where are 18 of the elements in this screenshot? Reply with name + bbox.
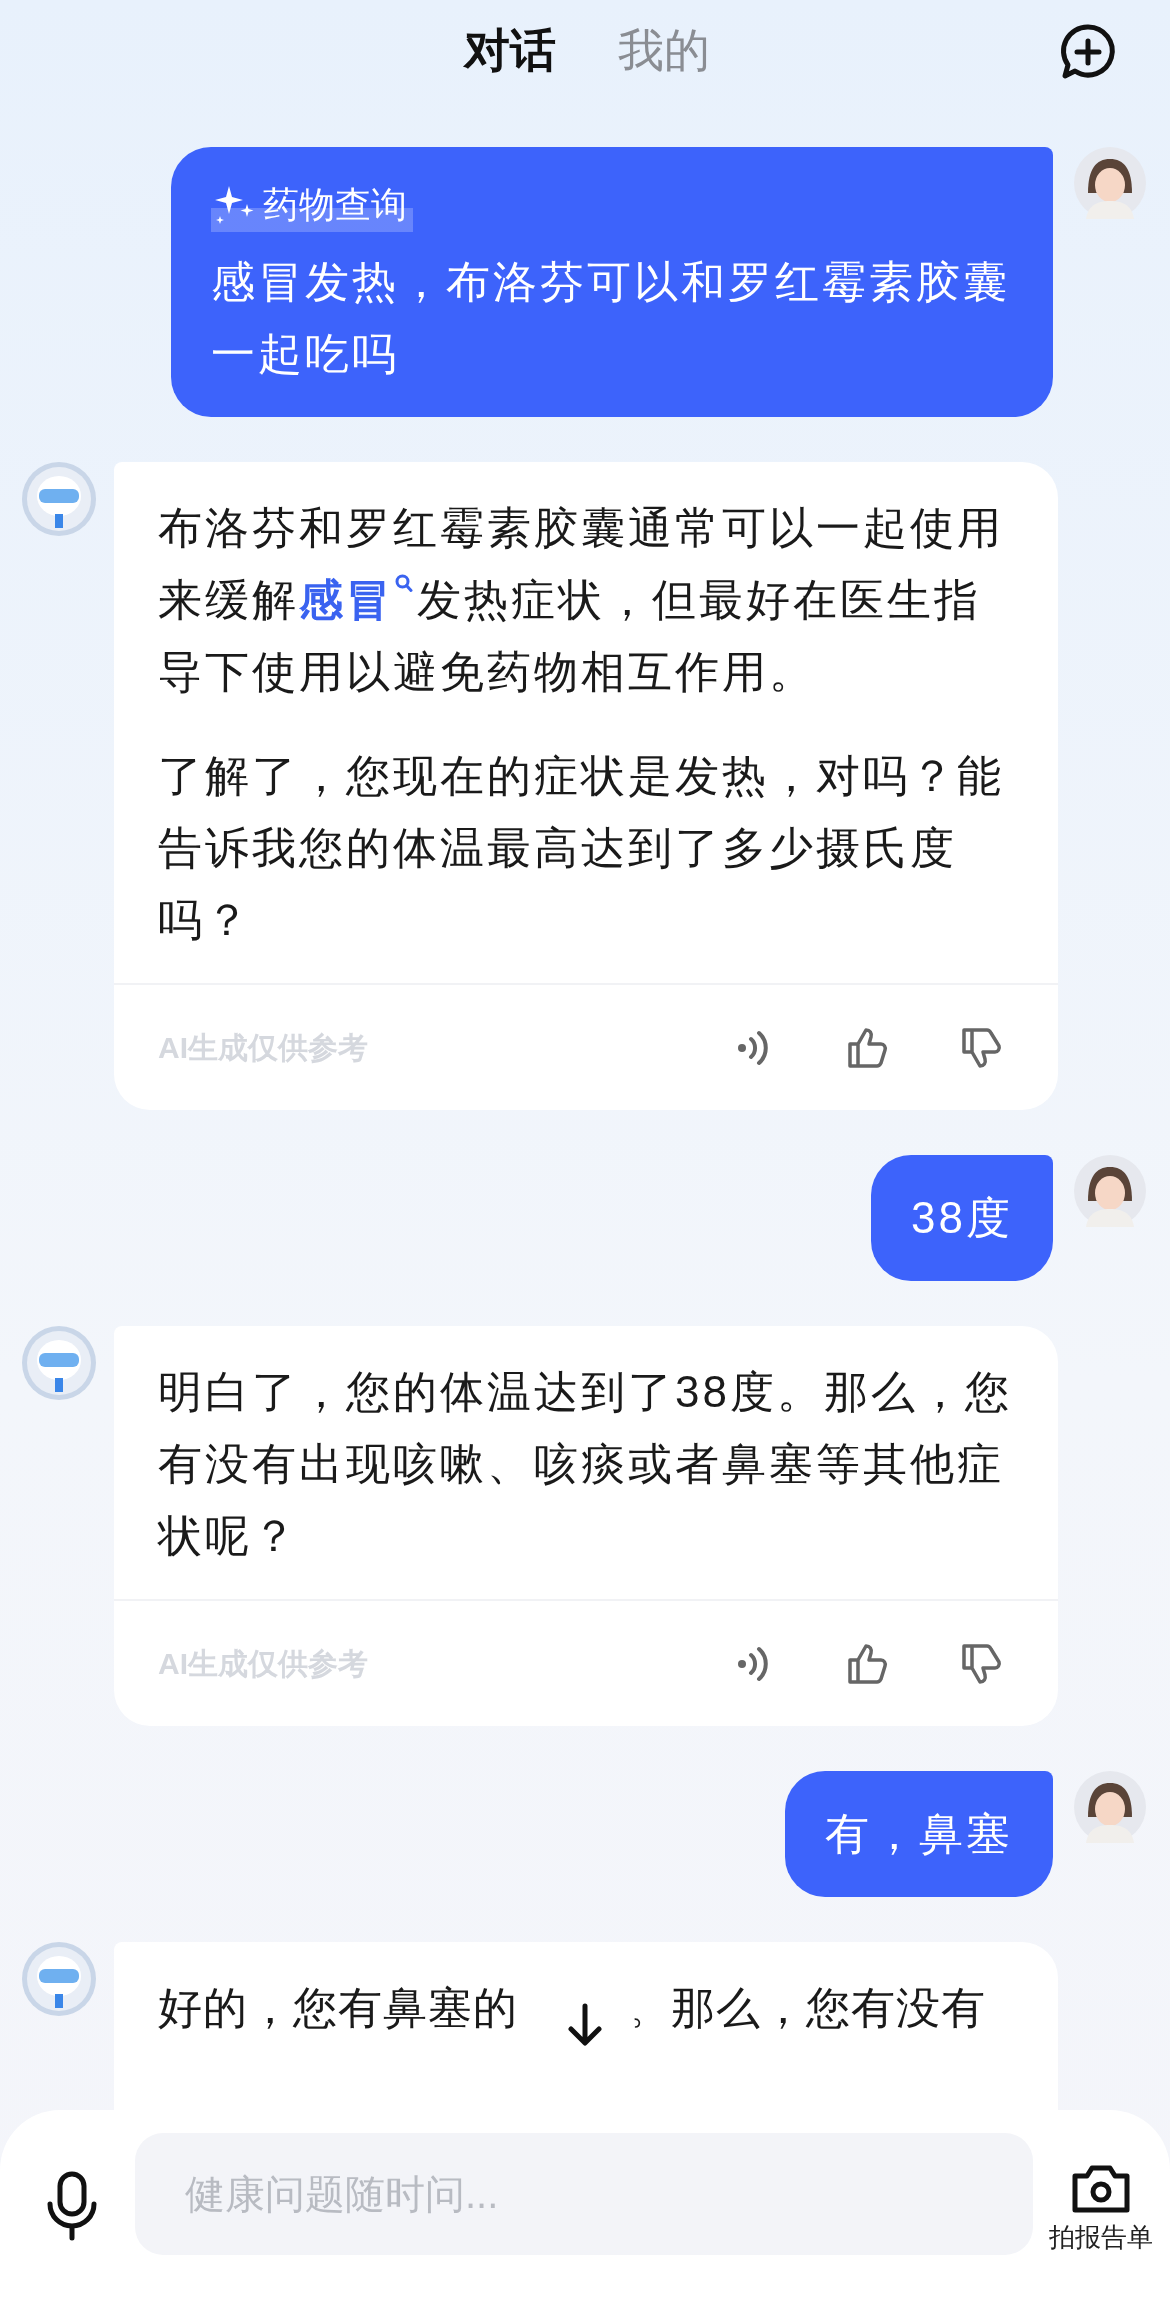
arrow-down-icon: [565, 2003, 605, 2047]
message-text: 感冒发热，布洛芬可以和罗红霉素胶囊一起吃吗: [211, 256, 1011, 380]
message-text: 有，鼻塞: [825, 1808, 1013, 1860]
question-input[interactable]: 健康问题随时问...: [135, 2133, 1033, 2255]
user-avatar: [1074, 1771, 1146, 1843]
term-link[interactable]: 感冒: [299, 575, 417, 624]
user-avatar: [1074, 1155, 1146, 1227]
message-text: 了解了，您现在的症状是发热，对吗？能告诉我您的体温最高达到了多少摄氏度吗？: [158, 750, 1005, 946]
scan-report-button[interactable]: 拍报告单: [1046, 2160, 1156, 2257]
search-icon: [395, 574, 413, 594]
tab[interactable]: 对话: [464, 15, 556, 85]
message-text: 38度: [911, 1192, 1013, 1244]
microphone-button[interactable]: [46, 2170, 98, 2242]
user-avatar: [1074, 147, 1146, 219]
new-chat-button[interactable]: [1058, 22, 1118, 82]
message-text: 好的，您有鼻塞的: [158, 1982, 518, 2034]
message-text: 布洛芬和罗红霉素胶囊通常可以一起使用来缓解感冒 发热症状，但最好在医生指导下使用以避免药物相互作用。: [158, 502, 1005, 698]
message-text: 明白了，您的体温达到了38度。那么，您有没有出现咳嗽、咳痰或者鼻塞等其他症状呢？: [158, 1366, 1013, 1562]
